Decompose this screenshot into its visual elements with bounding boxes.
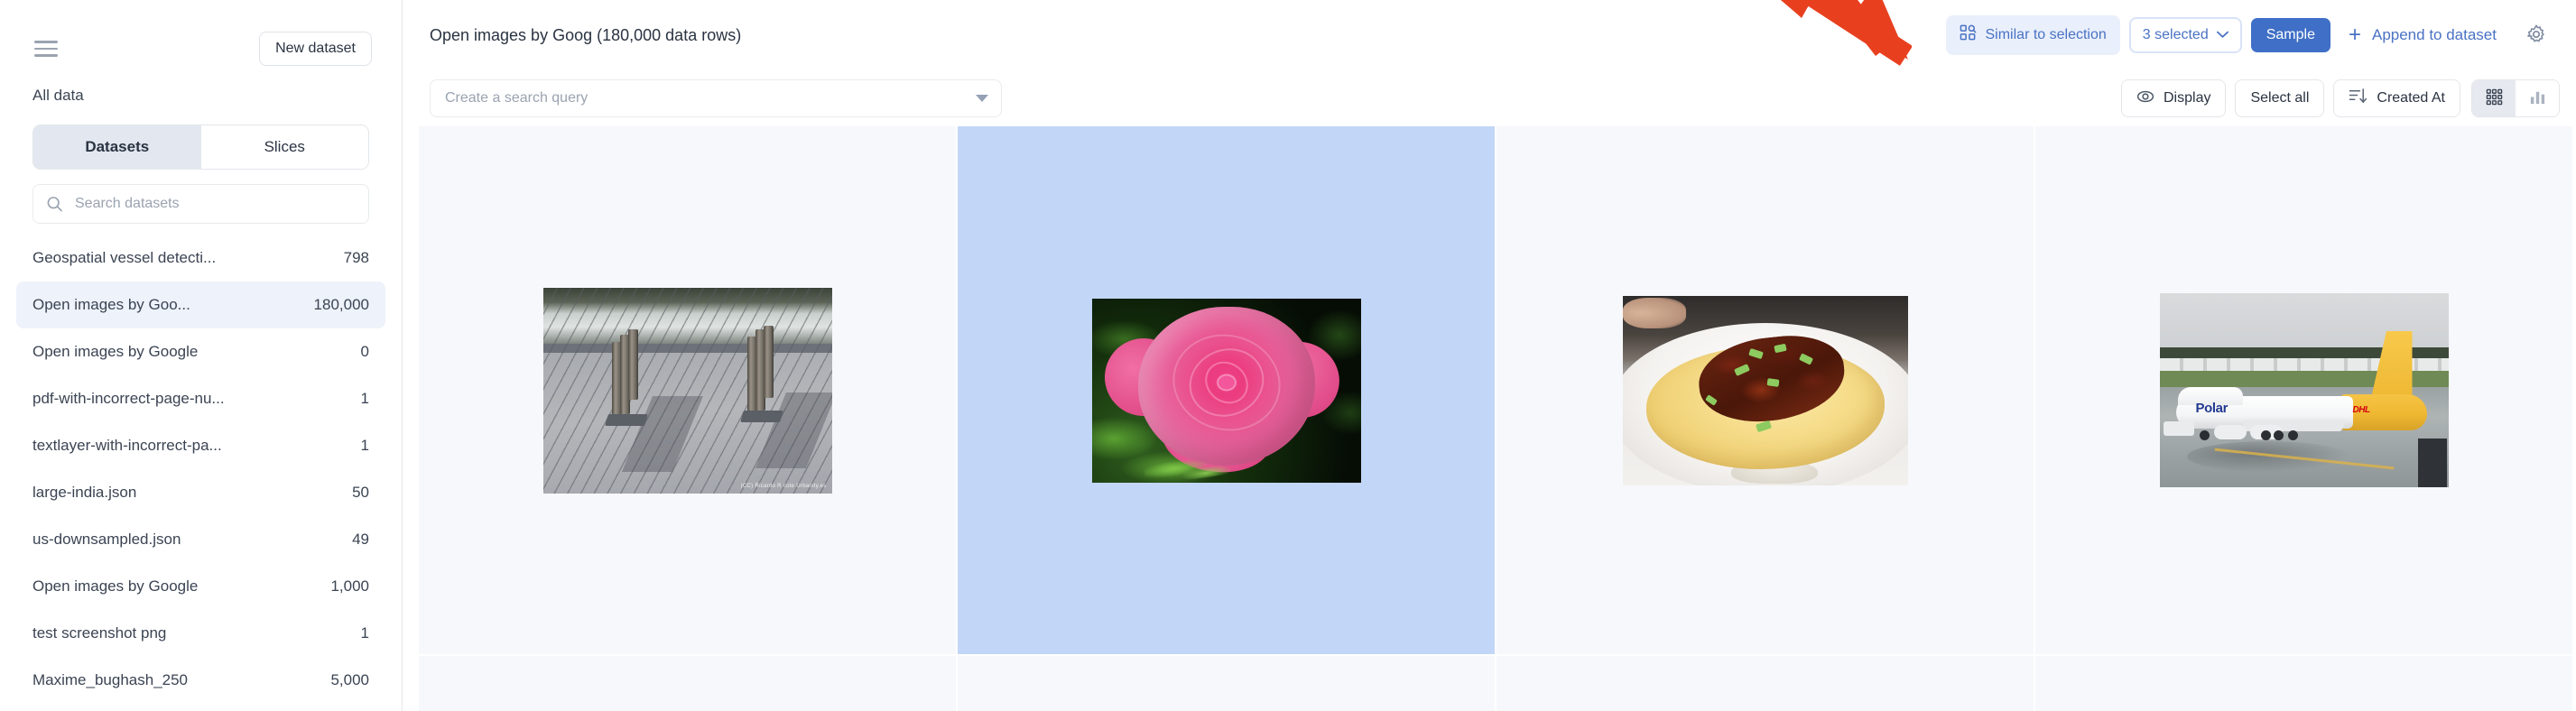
new-dataset-button[interactable]: New dataset (259, 32, 372, 66)
table-row[interactable]: Polar DHL (2035, 126, 2572, 654)
select-all-button[interactable]: Select all (2235, 79, 2325, 117)
caret-down-icon (976, 95, 988, 102)
view-toggle (2471, 79, 2560, 117)
image-grid: (CC) Ricardo R cote Urbanity.es Polar DH… (419, 126, 2572, 711)
dataset-count: 180,000 (313, 296, 369, 313)
table-row[interactable] (419, 656, 956, 711)
search-query-select[interactable]: Create a search query (430, 79, 1002, 117)
chart-view-icon (2529, 88, 2546, 108)
list-item[interactable]: Open images by Google 1,000 (16, 563, 385, 610)
sort-label: Created At (2377, 90, 2445, 106)
all-data-label: All data (32, 87, 84, 104)
search-datasets-wrap (32, 184, 369, 224)
eye-icon (2136, 88, 2154, 110)
hamburger-icon[interactable] (32, 37, 60, 60)
chevron-down-icon (2216, 27, 2229, 43)
list-item[interactable]: large-india.json 50 (16, 469, 385, 516)
display-button[interactable]: Display (2121, 79, 2227, 117)
table-row[interactable] (958, 656, 1495, 711)
dataset-count: 5,000 (330, 671, 369, 688)
sidebar-tabs: Datasets Slices (32, 125, 369, 170)
dataset-name: Geospatial vessel detecti... (32, 249, 217, 266)
dataset-name: us-downsampled.json (32, 531, 181, 548)
list-item[interactable]: Geospatial vessel detecti... 798 (16, 235, 385, 282)
list-item[interactable]: us-downsampled.json 49 (16, 516, 385, 563)
dataset-count: 1 (360, 624, 369, 642)
dataset-count: 1 (360, 437, 369, 454)
dataset-list: Geospatial vessel detecti... 798 Open im… (0, 235, 402, 711)
sidebar: New dataset All data Datasets Slices Geo… (0, 0, 403, 711)
list-item[interactable]: pdf-with-incorrect-page-nu... 1 (16, 375, 385, 422)
search-datasets-input[interactable] (32, 184, 369, 224)
main-panel: Open images by Goog (180,000 data rows) … (403, 0, 2576, 711)
dataset-count: 1,000 (330, 577, 369, 595)
grid-view-button[interactable] (2472, 80, 2516, 116)
table-row[interactable] (958, 126, 1495, 654)
dataset-name: pdf-with-incorrect-page-nu... (32, 390, 225, 407)
list-item[interactable]: test screenshot png 1 (16, 610, 385, 657)
dataset-count: 0 (360, 343, 369, 360)
chart-view-button[interactable] (2516, 80, 2559, 116)
grid-view-icon (2486, 88, 2503, 108)
display-label: Display (2164, 90, 2211, 106)
dataset-count: 50 (352, 484, 369, 501)
selected-count-label: 3 selected (2142, 27, 2209, 42)
settings-button[interactable] (2520, 18, 2553, 53)
dataset-count: 49 (352, 531, 369, 548)
gear-icon (2525, 23, 2547, 48)
similar-to-selection-button[interactable]: Similar to selection (1945, 15, 2120, 55)
sort-descending-icon (2349, 88, 2368, 109)
list-item[interactable]: Open images by Goo... 180,000 (16, 282, 385, 328)
table-row[interactable] (1496, 126, 2034, 654)
dataset-name: textlayer-with-incorrect-pa... (32, 437, 222, 454)
sub-toolbar: Create a search query Display Select all (403, 70, 2576, 126)
dataset-count: 1 (360, 390, 369, 407)
search-icon (46, 196, 63, 213)
dataset-name: Open images by Google (32, 343, 199, 360)
list-item[interactable]: Maxime_bughash_250 5,000 (16, 657, 385, 704)
selected-count-dropdown[interactable]: 3 selected (2128, 17, 2242, 53)
grid-search-icon (1960, 24, 1977, 46)
dataset-name: Maxime_bughash_250 (32, 671, 189, 688)
polar-dhl-cargo-airplane-image: Polar DHL (2159, 293, 2449, 487)
tab-datasets[interactable]: Datasets (33, 125, 201, 169)
list-item[interactable]: Open images by Google 0 (16, 328, 385, 375)
search-query-placeholder: Create a search query (445, 90, 588, 106)
metal-roof-chimneys-image: (CC) Ricardo R cote Urbanity.es (542, 287, 832, 494)
list-item[interactable]: textlayer-with-incorrect-pa... 1 (16, 422, 385, 469)
image-watermark: (CC) Ricardo R cote Urbanity.es (740, 483, 827, 489)
omelette-bbq-pork-rice-image (1622, 295, 1908, 485)
append-to-dataset-label: Append to dataset (2371, 26, 2497, 43)
sidebar-header: New dataset (0, 0, 402, 70)
append-to-dataset-button[interactable]: + Append to dataset (2340, 17, 2506, 53)
table-row[interactable] (2035, 656, 2572, 711)
tab-slices[interactable]: Slices (200, 125, 368, 169)
similar-to-selection-label: Similar to selection (1985, 27, 2107, 42)
table-row[interactable] (1496, 656, 2034, 711)
sort-created-at-button[interactable]: Created At (2333, 79, 2460, 117)
page-title: Open images by Goog (180,000 data rows) (430, 25, 742, 44)
dataset-name: large-india.json (32, 484, 137, 501)
app-root: New dataset All data Datasets Slices Geo… (0, 0, 2576, 711)
plus-icon: + (2348, 23, 2361, 47)
dataset-name: test screenshot png (32, 624, 167, 642)
sample-button[interactable]: Sample (2250, 18, 2330, 52)
dataset-count: 798 (343, 249, 369, 266)
table-row[interactable]: (CC) Ricardo R cote Urbanity.es (419, 126, 956, 654)
image-grid-area: (CC) Ricardo R cote Urbanity.es Polar DH… (403, 126, 2576, 711)
dataset-name: Open images by Google (32, 577, 199, 595)
dataset-name: Open images by Goo... (32, 296, 190, 313)
main-header: Open images by Goog (180,000 data rows) … (403, 0, 2576, 70)
pink-rose-flower-image (1091, 298, 1361, 483)
